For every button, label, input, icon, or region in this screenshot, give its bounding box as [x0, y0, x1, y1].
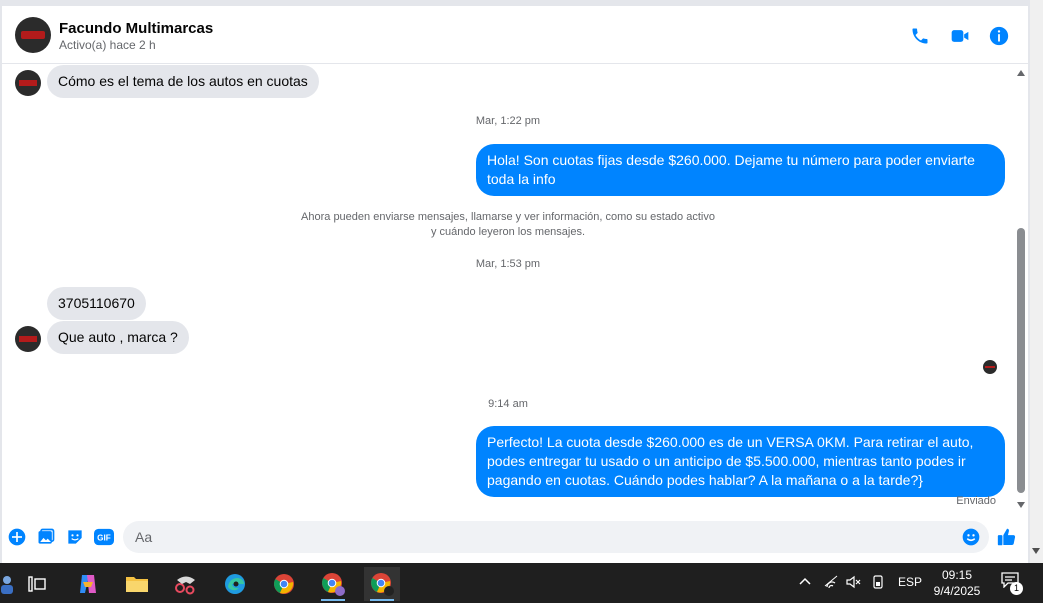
image-icon — [38, 528, 55, 544]
delivery-status: Enviado — [956, 495, 996, 507]
composer: GIF — [2, 518, 1028, 563]
message-scrollbar[interactable] — [1015, 68, 1027, 512]
sender-avatar[interactable] — [15, 326, 41, 352]
gif-button[interactable]: GIF — [93, 526, 115, 548]
like-button[interactable] — [996, 526, 1018, 548]
chrome-profile-icon — [371, 573, 394, 596]
snipping-tool-button[interactable] — [168, 567, 204, 601]
privacy-notice-line2: y cuándo leyeron los mensajes. — [430, 226, 586, 238]
user-icon — [1, 576, 13, 594]
incoming-message[interactable]: Que auto , marca ? — [47, 321, 189, 354]
message-input[interactable] — [123, 521, 989, 553]
info-icon — [989, 26, 1009, 46]
attach-image-button[interactable] — [35, 526, 57, 548]
privacy-notice-line1: Ahora pueden enviarse mensajes, llamarse… — [301, 211, 715, 223]
chrome-icon — [274, 574, 294, 594]
notifications-button[interactable]: 1 — [1001, 572, 1023, 595]
svg-text:GIF: GIF — [97, 534, 111, 543]
messenger-window: Facundo Multimarcas Activo(a) hace 2 h C… — [0, 0, 1043, 563]
sticker-icon — [68, 530, 82, 544]
clock-time: 09:15 — [941, 568, 973, 582]
contact-name[interactable]: Facundo Multimarcas — [59, 20, 213, 37]
scroll-thumb[interactable] — [1017, 228, 1025, 493]
clock-date: 9/4/2025 — [933, 584, 981, 598]
video-icon — [951, 30, 969, 42]
gif-icon: GIF — [94, 528, 114, 546]
chat-header: Facundo Multimarcas Activo(a) hace 2 h — [2, 6, 1028, 64]
chat-panel: Facundo Multimarcas Activo(a) hace 2 h C… — [2, 6, 1028, 563]
like-icon — [997, 528, 1016, 546]
task-view-button[interactable] — [19, 567, 55, 601]
video-call-button[interactable] — [948, 24, 972, 48]
volume-button[interactable] — [845, 574, 861, 593]
sender-avatar[interactable] — [15, 70, 41, 96]
windows-taskbar: ESP 09:15 9/4/2025 1 — [0, 563, 1043, 603]
emoji-icon — [962, 528, 980, 546]
copilot-icon — [80, 575, 96, 593]
outgoing-message[interactable]: Perfecto! La cuota desde $260.000 es de … — [476, 426, 1005, 497]
timestamp: Mar, 1:53 pm — [475, 258, 541, 270]
timestamp: 9:14 am — [488, 398, 528, 410]
edge-icon — [225, 574, 245, 594]
battery-button[interactable] — [870, 574, 886, 593]
snipping-tool-icon — [175, 576, 195, 595]
clock[interactable]: 09:15 9/4/2025 — [928, 567, 986, 599]
phone-icon — [912, 28, 928, 44]
chrome-active-button[interactable] — [364, 567, 400, 601]
read-receipt-avatar — [983, 360, 997, 374]
page-scrollbar[interactable] — [1030, 0, 1043, 563]
show-hidden-icons-button[interactable] — [798, 574, 812, 591]
file-explorer-button[interactable] — [119, 567, 155, 601]
info-button[interactable] — [987, 24, 1011, 48]
message-list[interactable]: Cómo es el tema de los autos en cuotas M… — [2, 64, 1014, 516]
notification-badge: 1 — [1010, 582, 1023, 595]
copilot-button[interactable] — [70, 567, 106, 601]
battery-icon — [873, 575, 883, 589]
wifi-icon — [824, 575, 838, 589]
edge-button[interactable] — [217, 567, 253, 601]
more-actions-button[interactable] — [6, 526, 28, 548]
sticker-button[interactable] — [64, 526, 86, 548]
wifi-button[interactable] — [823, 574, 839, 593]
chrome-profile-icon — [322, 573, 345, 596]
incoming-message[interactable]: 3705110670 — [47, 287, 146, 320]
chrome-profile-button[interactable] — [315, 567, 351, 601]
privacy-notice: Ahora pueden enviarse mensajes, llamarse… — [258, 210, 758, 240]
language-indicator[interactable]: ESP — [898, 575, 922, 589]
task-view-icon — [28, 576, 46, 592]
folder-icon — [126, 577, 148, 592]
volume-muted-icon — [846, 575, 861, 589]
emoji-button[interactable] — [960, 526, 982, 548]
scroll-up-arrow[interactable] — [1017, 70, 1025, 76]
contact-avatar[interactable] — [15, 17, 51, 53]
chrome-button[interactable] — [266, 567, 302, 601]
page-scroll-down-arrow[interactable] — [1032, 548, 1040, 554]
timestamp: Mar, 1:22 pm — [475, 115, 541, 127]
plus-icon — [8, 528, 26, 546]
outgoing-message[interactable]: Hola! Son cuotas fijas desde $260.000. D… — [476, 144, 1005, 196]
call-button[interactable] — [908, 24, 932, 48]
incoming-message[interactable]: Cómo es el tema de los autos en cuotas — [47, 65, 319, 98]
contact-status: Activo(a) hace 2 h — [59, 38, 156, 52]
chevron-up-icon — [799, 577, 811, 585]
scroll-down-arrow[interactable] — [1017, 502, 1025, 508]
